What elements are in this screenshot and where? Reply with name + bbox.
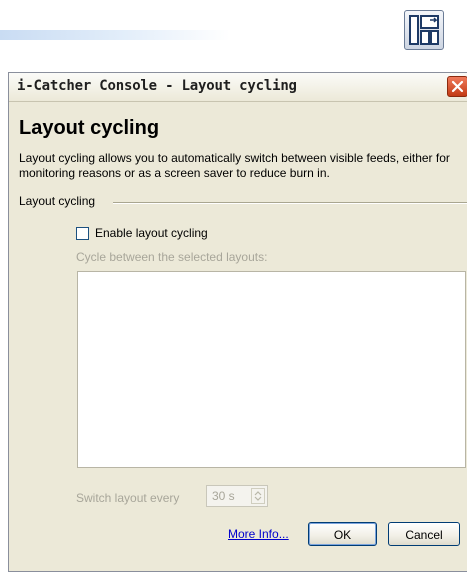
ok-button[interactable]: OK	[308, 522, 377, 546]
enable-layout-cycling-label[interactable]: Enable layout cycling	[95, 226, 208, 240]
title-bar[interactable]: i-Catcher Console - Layout cycling	[9, 73, 467, 102]
close-button[interactable]	[447, 76, 467, 97]
layout-cycling-dialog: i-Catcher Console - Layout cycling Layou…	[8, 72, 467, 572]
backdrop-strip	[0, 30, 230, 40]
more-info-link[interactable]: More Info...	[228, 527, 289, 541]
enable-layout-cycling-checkbox[interactable]	[76, 227, 89, 240]
interval-spinner[interactable]	[251, 488, 265, 504]
window-title: i-Catcher Console - Layout cycling	[17, 78, 297, 94]
group-divider	[113, 202, 467, 204]
cancel-button[interactable]: Cancel	[388, 522, 460, 546]
desktop-edge	[0, 72, 8, 565]
layout-grid-icon[interactable]	[404, 10, 444, 50]
page-heading: Layout cycling	[19, 117, 160, 139]
switch-interval-value: 30 s	[212, 489, 235, 503]
cycle-layouts-label: Cycle between the selected layouts:	[76, 250, 268, 264]
switch-interval-field[interactable]: 30 s	[206, 485, 268, 507]
group-label: Layout cycling	[19, 194, 96, 208]
layouts-list[interactable]	[77, 271, 466, 468]
page-description: Layout cycling allows you to automatical…	[19, 151, 450, 180]
switch-interval-label: Switch layout every	[76, 491, 180, 505]
